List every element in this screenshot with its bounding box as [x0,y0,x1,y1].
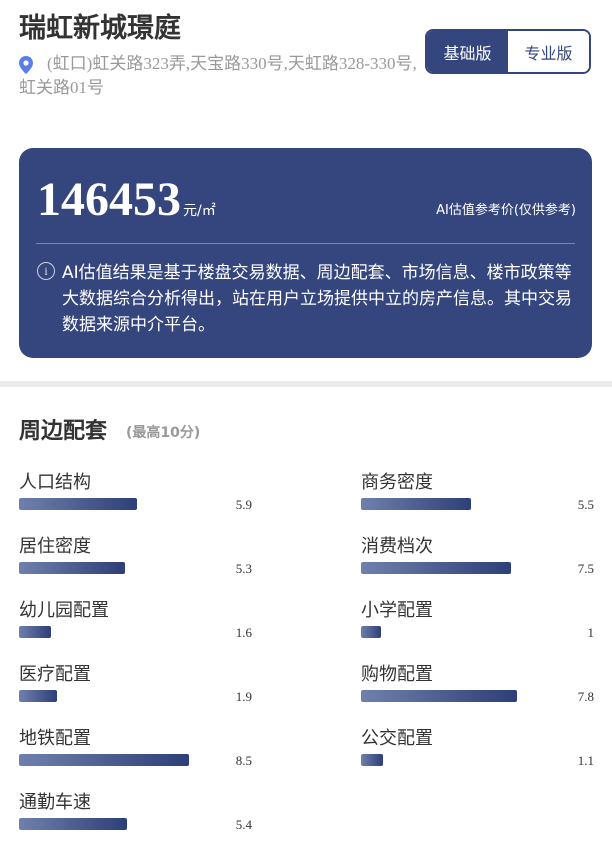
amenity-item: 商务密度 5.5 [361,468,594,520]
amenity-label: 公交配置 [361,728,433,749]
amenity-score-value: 1.1 [577,753,594,768]
amenity-score-value: 1.9 [235,689,252,704]
amenity-item: 幼儿园配置 1.6 [19,596,252,648]
valuation-card: 146453 元/㎡ AI估值参考价(仅供参考) i AI估值结果是基于楼盘交易… [19,148,592,358]
amenity-score-bar [361,498,471,510]
amenity-score-value: 7.5 [577,561,594,576]
amenity-score-value: 5.3 [235,561,252,576]
amenity-score-bar [19,754,189,766]
amenity-item: 地铁配置 8.5 [19,724,252,776]
amenity-score-value: 5.4 [235,817,252,832]
price-value: 146453 [37,173,181,226]
amenity-item: 人口结构 5.9 [19,468,252,520]
info-icon: i [37,262,55,280]
amenity-score-value: 8.5 [235,753,252,768]
amenity-label: 居住密度 [19,536,91,557]
amenity-score-value: 1 [587,625,595,640]
price-unit: 元/㎡ [183,203,216,219]
page-title: 瑞虹新城璟庭 [19,13,181,44]
amenity-label: 消费档次 [361,536,433,557]
amenity-label: 商务密度 [361,472,433,493]
section-separator [0,381,612,387]
amenity-label: 购物配置 [361,664,433,685]
amenity-label: 地铁配置 [19,728,91,749]
amenity-score-value: 7.8 [577,689,594,704]
tab-basic[interactable]: 基础版 [427,31,508,72]
amenity-item: 购物配置 7.8 [361,660,594,712]
amenity-item: 小学配置 1 [361,596,594,648]
amenity-score-bar [361,626,381,638]
amenity-label: 通勤车速 [19,792,91,813]
amenity-item: 居住密度 5.3 [19,532,252,584]
amenity-label: 小学配置 [361,600,433,621]
amenity-score-bar [361,562,511,574]
amenity-score-value: 5.9 [235,497,252,512]
amenity-label: 幼儿园配置 [19,600,109,621]
amenity-score-bar [19,818,127,830]
amenity-item: 医疗配置 1.9 [19,660,252,712]
tab-pro[interactable]: 专业版 [508,31,589,72]
amenity-score-bar [19,562,125,574]
amenity-score-bar [361,690,517,702]
version-toggle[interactable]: 基础版 专业版 [425,29,591,74]
ai-price-label: AI估值参考价(仅供参考) [436,203,576,218]
amenity-label: 医疗配置 [19,664,91,685]
disclaimer-text: AI估值结果是基于楼盘交易数据、周边配套、市场信息、楼市政策等大数据综合分析得出… [62,263,572,335]
amenity-score-value: 1.6 [235,625,252,640]
address-text: (虹口)虹关路323弄,天宝路330号,天虹路328-330号,虹关路01号 [19,54,417,97]
location-pin-icon [19,56,33,74]
amenity-item: 公交配置 1.1 [361,724,594,776]
section-title: 周边配套 [19,419,108,444]
amenity-score-bar [19,498,137,510]
section-subtitle: (最高10分) [126,425,201,441]
divider [36,243,575,244]
amenity-item: 通勤车速 5.4 [19,788,252,840]
amenity-score-bar [361,754,383,766]
amenity-score-bar [19,626,51,638]
amenity-item: 消费档次 7.5 [361,532,594,584]
amenity-score-bar [19,690,57,702]
amenity-score-value: 5.5 [577,497,594,512]
amenity-label: 人口结构 [19,472,91,493]
address: (虹口)虹关路323弄,天宝路330号,天虹路328-330号,虹关路01号 [19,52,419,100]
